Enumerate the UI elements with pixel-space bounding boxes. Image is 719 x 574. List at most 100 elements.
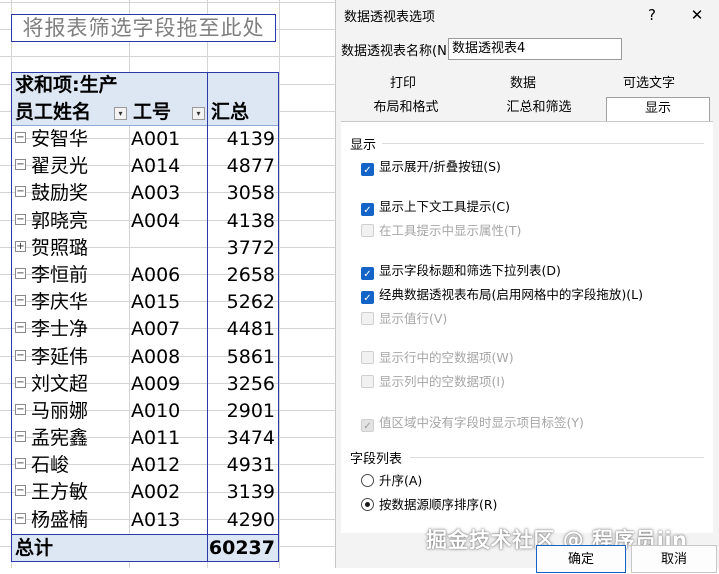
collapse-icon[interactable]: − xyxy=(15,458,26,470)
employee-name-cell[interactable]: − 李士净 xyxy=(15,316,88,343)
sum-value-cell[interactable]: 4481 xyxy=(207,316,277,343)
collapse-icon[interactable]: − xyxy=(15,349,26,361)
employee-name-filter-dropdown-icon[interactable]: ▾ xyxy=(114,107,127,120)
tab-alt-text[interactable]: 可选文字 xyxy=(608,73,690,95)
employee-name-cell[interactable]: − 石峻 xyxy=(15,452,69,479)
close-icon[interactable]: ✕ xyxy=(684,3,710,27)
employee-id-cell[interactable]: A004 xyxy=(131,208,180,235)
checkbox-checked-icon[interactable]: ✓ xyxy=(361,203,374,216)
sum-value-cell[interactable]: 3139 xyxy=(207,479,277,506)
sum-value-cell[interactable]: 3474 xyxy=(207,425,277,452)
checkbox-checked-icon[interactable]: ✓ xyxy=(361,291,374,304)
employee-name-cell[interactable]: − 郭晓亮 xyxy=(15,208,88,235)
header-employee-name[interactable]: 员工姓名 xyxy=(11,99,129,125)
sum-value-cell[interactable]: 3772 xyxy=(207,235,277,262)
pivot-row[interactable]: − 李士净 A007 4481 xyxy=(11,316,279,343)
employee-name-cell[interactable]: − 李恒前 xyxy=(15,262,88,289)
employee-name-cell[interactable]: − 杨盛楠 xyxy=(15,507,88,534)
employee-name-cell[interactable]: − 翟灵光 xyxy=(15,153,88,180)
option-checkbox[interactable]: ✓ 显示字段标题和筛选下拉列表(D) xyxy=(361,263,561,280)
checkbox-checked-icon[interactable]: ✓ xyxy=(361,267,374,280)
sum-value-cell[interactable]: 5262 xyxy=(207,289,277,316)
dialog-titlebar[interactable]: 数据透视表选项 ? ✕ xyxy=(336,0,719,30)
pivot-row[interactable]: − 石峻 A012 4931 xyxy=(11,452,279,479)
employee-name-cell[interactable]: − 孟宪鑫 xyxy=(15,425,88,452)
pivot-row[interactable]: − 李延伟 A008 5861 xyxy=(11,344,279,371)
employee-id-cell[interactable]: A008 xyxy=(131,344,180,371)
collapse-icon[interactable]: − xyxy=(15,186,26,198)
tab-print[interactable]: 打印 xyxy=(362,73,444,95)
employee-id-cell[interactable]: A002 xyxy=(131,479,180,506)
pivot-row[interactable]: − 王方敏 A002 3139 xyxy=(11,479,279,506)
collapse-icon[interactable]: − xyxy=(15,322,26,334)
option-checkbox[interactable]: ✓ 经典数据透视表布局(启用网格中的字段拖放)(L) xyxy=(361,287,643,304)
sum-value-cell[interactable]: 3058 xyxy=(207,180,277,207)
collapse-icon[interactable]: − xyxy=(15,512,26,524)
collapse-icon[interactable]: − xyxy=(15,431,26,443)
pivot-row[interactable]: − 马丽娜 A010 2901 xyxy=(11,398,279,425)
pivot-row[interactable]: − 郭晓亮 A004 4138 xyxy=(11,208,279,235)
sum-value-cell[interactable]: 2658 xyxy=(207,262,277,289)
option-checkbox[interactable]: ✓ 显示上下文工具提示(C) xyxy=(361,199,510,216)
collapse-icon[interactable]: − xyxy=(15,267,26,279)
ok-button[interactable]: 确定 xyxy=(536,545,626,573)
collapse-icon[interactable]: − xyxy=(15,376,26,388)
sum-value-cell[interactable]: 4139 xyxy=(207,126,277,153)
tab-layout-format[interactable]: 布局和格式 xyxy=(362,97,450,119)
radio-selected-icon[interactable] xyxy=(361,498,374,511)
header-sum[interactable]: 汇总 xyxy=(207,99,279,125)
sum-value-cell[interactable]: 5861 xyxy=(207,344,277,371)
employee-name-cell[interactable]: − 鼓励奖 xyxy=(15,180,88,207)
collapse-icon[interactable]: − xyxy=(15,403,26,415)
pivot-row[interactable]: − 李恒前 A006 2658 xyxy=(11,262,279,289)
employee-id-cell[interactable]: A014 xyxy=(131,153,180,180)
cancel-button[interactable]: 取消 xyxy=(631,545,717,573)
collapse-icon[interactable]: − xyxy=(15,213,26,225)
report-filter-drop-zone[interactable]: 将报表筛选字段拖至此处 xyxy=(11,14,276,42)
option-checkbox[interactable]: ✓ 显示展开/折叠按钮(S) xyxy=(361,159,501,176)
employee-id-cell[interactable]: A003 xyxy=(131,180,180,207)
employee-id-cell[interactable]: A006 xyxy=(131,262,180,289)
grand-total-row[interactable]: 总计 60237 xyxy=(11,534,279,562)
employee-id-cell[interactable]: A015 xyxy=(131,289,180,316)
employee-id-cell[interactable]: A009 xyxy=(131,371,180,398)
pivot-row[interactable]: − 孟宪鑫 A011 3474 xyxy=(11,425,279,452)
sum-value-cell[interactable]: 3256 xyxy=(207,371,277,398)
checkbox-checked-icon[interactable]: ✓ xyxy=(361,163,374,176)
employee-name-cell[interactable]: − 李庆华 xyxy=(15,289,88,316)
employee-id-cell[interactable]: A007 xyxy=(131,316,180,343)
employee-name-cell[interactable]: − 安智华 xyxy=(15,126,88,153)
sum-value-cell[interactable]: 4290 xyxy=(207,507,277,534)
collapse-icon[interactable]: − xyxy=(15,485,26,497)
pivot-row[interactable]: − 鼓励奖 A003 3058 xyxy=(11,180,279,207)
collapse-icon[interactable]: − xyxy=(15,295,26,307)
employee-id-cell[interactable]: A013 xyxy=(131,507,180,534)
employee-id-cell[interactable]: A010 xyxy=(131,398,180,425)
collapse-icon[interactable]: − xyxy=(15,159,26,171)
pivot-row[interactable]: − 杨盛楠 A013 4290 xyxy=(11,507,279,534)
pivot-row[interactable]: − 翟灵光 A014 4877 xyxy=(11,153,279,180)
pivot-row[interactable]: + 贺照璐 3772 xyxy=(11,235,279,262)
tab-data[interactable]: 数据 xyxy=(482,73,564,95)
employee-name-cell[interactable]: − 王方敏 xyxy=(15,479,88,506)
tab-totals-filters[interactable]: 汇总和筛选 xyxy=(498,97,580,119)
pivot-row[interactable]: − 安智华 A001 4139 xyxy=(11,126,279,153)
sum-value-cell[interactable]: 4138 xyxy=(207,208,277,235)
tab-display[interactable]: 显示 xyxy=(606,97,710,122)
employee-name-cell[interactable]: − 李延伟 xyxy=(15,344,88,371)
sort-radio[interactable]: 按数据源顺序排序(R) xyxy=(361,497,497,513)
expand-icon[interactable]: + xyxy=(15,240,26,252)
employee-id-filter-dropdown-icon[interactable]: ▾ xyxy=(192,107,205,120)
sum-value-cell[interactable]: 2901 xyxy=(207,398,277,425)
sum-value-cell[interactable]: 4877 xyxy=(207,153,277,180)
employee-name-cell[interactable]: + 贺照璐 xyxy=(15,235,88,262)
sort-radio[interactable]: 升序(A) xyxy=(361,473,422,489)
pivot-row[interactable]: − 李庆华 A015 5262 xyxy=(11,289,279,316)
employee-id-cell[interactable]: A011 xyxy=(131,425,180,452)
pivot-name-input[interactable]: 数据透视表4 xyxy=(448,38,622,60)
pivot-row[interactable]: − 刘文超 A009 3256 xyxy=(11,371,279,398)
collapse-icon[interactable]: − xyxy=(15,132,26,143)
employee-id-cell[interactable]: A001 xyxy=(131,126,180,153)
help-icon[interactable]: ? xyxy=(639,3,665,27)
employee-id-cell[interactable]: A012 xyxy=(131,452,180,479)
